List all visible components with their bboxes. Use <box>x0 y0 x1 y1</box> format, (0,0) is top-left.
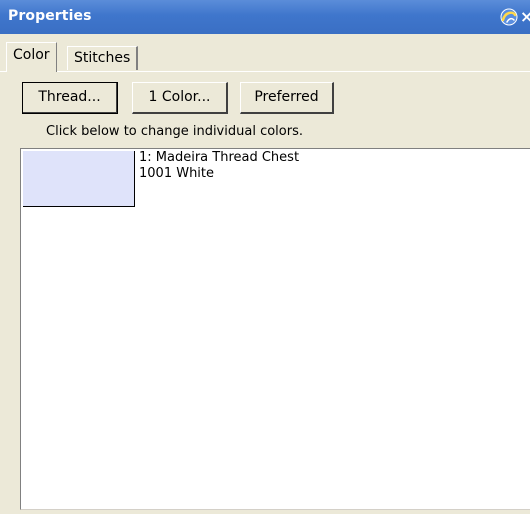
preferred-button[interactable]: Preferred <box>240 82 334 114</box>
instruction-text: Click below to change individual colors. <box>46 124 303 139</box>
one-color-button[interactable]: 1 Color... <box>132 82 228 114</box>
tab-stitches[interactable]: Stitches <box>67 46 139 70</box>
pin-icon[interactable] <box>498 6 520 28</box>
thread-button[interactable]: Thread... <box>22 82 118 114</box>
tab-strip: Color Stitches <box>0 42 530 72</box>
colors-list[interactable]: 1: Madeira Thread Chest 1001 White <box>20 148 530 510</box>
tab-divider <box>0 71 530 72</box>
close-icon[interactable]: × <box>520 6 530 28</box>
properties-body: Color Stitches Thread... 1 Color... Pref… <box>0 34 530 514</box>
properties-panel: Properties × Color Stitches Thread... 1 … <box>0 0 530 514</box>
color-item-name[interactable]: 1: Madeira Thread Chest <box>139 150 299 165</box>
color-item-code[interactable]: 1001 White <box>139 166 214 181</box>
tab-color[interactable]: Color <box>6 42 57 72</box>
color-swatch[interactable] <box>23 151 135 207</box>
window-title: Properties <box>8 8 92 24</box>
titlebar: Properties × <box>0 0 530 34</box>
